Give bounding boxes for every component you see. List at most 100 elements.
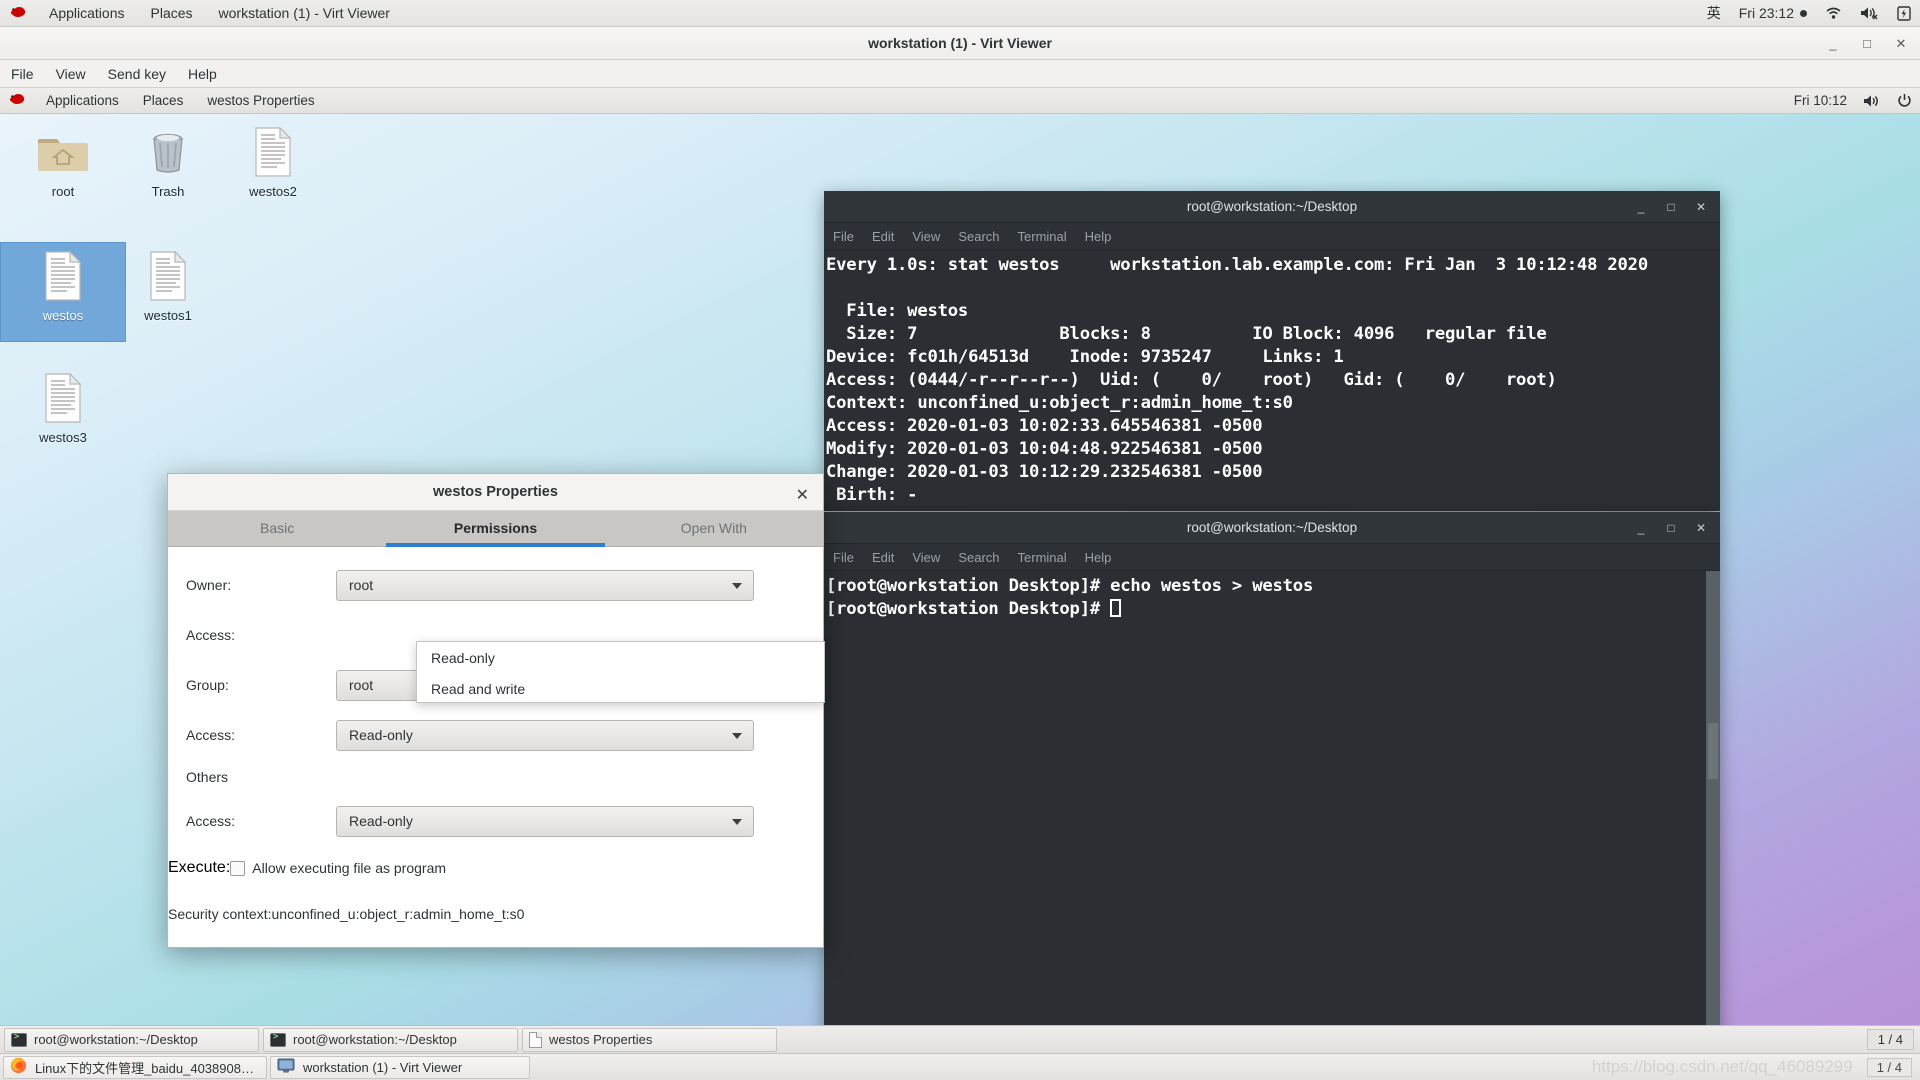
- host-taskbar-item-label: workstation (1) - Virt Viewer: [302, 1059, 463, 1075]
- host-taskbar-item-virt-viewer[interactable]: workstation (1) - Virt Viewer: [269, 1055, 530, 1079]
- menu-terminal[interactable]: Terminal: [1009, 229, 1076, 244]
- taskbar-item-terminal-2[interactable]: root@workstation:~/Desktop: [263, 1027, 518, 1052]
- close-icon[interactable]: ✕: [796, 485, 809, 505]
- maximize-button[interactable]: □: [1858, 36, 1876, 51]
- terminal-output-area[interactable]: Every 1.0s: stat westos workstation.lab.…: [824, 250, 1720, 511]
- menu-help[interactable]: Help: [1076, 229, 1121, 244]
- guest-taskbar: root@workstation:~/Desktop root@workstat…: [0, 1025, 1920, 1053]
- menu-view[interactable]: View: [903, 229, 949, 244]
- menu-view[interactable]: View: [903, 550, 949, 565]
- menu-view[interactable]: View: [45, 61, 97, 87]
- host-taskbar-item-firefox[interactable]: Linux下的文件管理_baidu_4038908…: [3, 1055, 267, 1079]
- menu-search[interactable]: Search: [949, 550, 1008, 565]
- redhat-logo-icon[interactable]: [9, 92, 26, 109]
- menu-file[interactable]: File: [824, 550, 863, 565]
- chevron-down-icon: [732, 733, 742, 739]
- power-icon[interactable]: [1889, 93, 1920, 108]
- host-applications-menu[interactable]: Applications: [36, 0, 138, 26]
- desktop-icon-westos2[interactable]: westos2: [210, 118, 336, 218]
- terminal-scrollbar-thumb[interactable]: [1708, 723, 1718, 779]
- host-ime-indicator[interactable]: 英: [1698, 3, 1730, 23]
- tab-open-with[interactable]: Open With: [605, 511, 823, 547]
- terminal-command-line: [root@workstation Desktop]# echo westos …: [826, 576, 1314, 596]
- westos-properties-dialog[interactable]: westos Properties ✕ Basic Permissions Op…: [167, 473, 825, 948]
- minimize-button[interactable]: _: [1634, 200, 1648, 214]
- group-access-row: Access: Read-only: [168, 719, 823, 751]
- maximize-button[interactable]: □: [1664, 200, 1678, 214]
- taskbar-item-westos-properties[interactable]: westos Properties: [522, 1027, 777, 1052]
- workspace-indicator[interactable]: 1 / 4: [1866, 1029, 1914, 1050]
- close-button[interactable]: ✕: [1694, 200, 1708, 214]
- menu-send-key[interactable]: Send key: [97, 61, 177, 87]
- guest-applications-menu[interactable]: Applications: [34, 88, 131, 113]
- menu-help[interactable]: Help: [1076, 550, 1121, 565]
- host-clock[interactable]: Fri 23:12: [1730, 5, 1816, 21]
- menu-search[interactable]: Search: [949, 229, 1008, 244]
- owner-select[interactable]: root: [336, 569, 754, 601]
- host-active-window-label[interactable]: workstation (1) - Virt Viewer: [206, 0, 403, 26]
- host-workspace-indicator[interactable]: 1 / 4: [1866, 1057, 1912, 1077]
- dropdown-option-read-and-write[interactable]: Read and write: [417, 673, 824, 704]
- menu-help[interactable]: Help: [177, 61, 228, 87]
- permissions-panel: Owner: root Access: Group: root Access: …: [168, 547, 825, 947]
- terminal-cursor: [1110, 599, 1122, 617]
- terminal-menubar: File Edit View Search Terminal Help: [824, 223, 1720, 250]
- terminal-window-controls: _ □ ✕: [1634, 191, 1708, 223]
- desktop-icon-label: westos: [42, 308, 84, 323]
- redhat-logo-icon[interactable]: [10, 5, 27, 22]
- others-access-row: Access: Read-only: [168, 805, 823, 837]
- terminal-stat-output: Every 1.0s: stat westos workstation.lab.…: [826, 255, 1648, 505]
- host-taskbar-item-label: Linux下的文件管理_baidu_4038908…: [35, 1060, 254, 1076]
- execute-label: Execute:: [168, 859, 231, 876]
- menu-edit[interactable]: Edit: [863, 550, 903, 565]
- group-access-select[interactable]: Read-only: [336, 719, 754, 751]
- terminal-titlebar[interactable]: root@workstation:~/Desktop _ □ ✕: [824, 512, 1720, 544]
- menu-edit[interactable]: Edit: [863, 229, 903, 244]
- terminal-window-stat[interactable]: root@workstation:~/Desktop _ □ ✕ File Ed…: [824, 191, 1720, 511]
- virt-viewer-titlebar[interactable]: workstation (1) - Virt Viewer _ □ ✕: [0, 27, 1920, 60]
- text-file-icon: [35, 248, 91, 304]
- execute-checkbox-label[interactable]: Allow executing file as program: [252, 860, 446, 876]
- desktop-icon-westos3[interactable]: westos3: [0, 364, 126, 464]
- battery-icon[interactable]: [1888, 5, 1920, 21]
- menu-terminal[interactable]: Terminal: [1009, 550, 1076, 565]
- execute-checkbox[interactable]: [230, 860, 246, 876]
- terminal-output-area[interactable]: [root@workstation Desktop]# echo westos …: [824, 571, 1720, 1053]
- volume-icon[interactable]: [1855, 94, 1889, 108]
- taskbar-item-label: root@workstation:~/Desktop: [34, 1032, 198, 1047]
- volume-muted-icon[interactable]: [1851, 6, 1888, 20]
- home-folder-icon: [35, 124, 91, 180]
- guest-desktop[interactable]: Applications Places westos Properties Fr…: [0, 88, 1920, 1053]
- chevron-down-icon: [732, 583, 742, 589]
- owner-label: Owner:: [186, 577, 232, 593]
- guest-places-menu[interactable]: Places: [131, 88, 196, 113]
- owner-access-label: Access:: [186, 627, 236, 643]
- host-places-menu[interactable]: Places: [138, 0, 206, 26]
- minimize-button[interactable]: _: [1824, 36, 1842, 51]
- text-file-icon: [245, 124, 301, 180]
- maximize-button[interactable]: □: [1664, 521, 1678, 535]
- terminal-scrollbar[interactable]: [1706, 571, 1720, 1053]
- dropdown-option-read-only[interactable]: Read-only: [417, 642, 824, 673]
- text-file-icon: [35, 370, 91, 426]
- menu-file[interactable]: File: [824, 229, 863, 244]
- terminal-titlebar[interactable]: root@workstation:~/Desktop _ □ ✕: [824, 191, 1720, 223]
- tab-permissions[interactable]: Permissions: [386, 511, 605, 547]
- desktop-icon-westos1[interactable]: westos1: [105, 242, 231, 342]
- taskbar-item-terminal-1[interactable]: root@workstation:~/Desktop: [4, 1027, 259, 1052]
- virt-viewer-icon: [277, 1058, 295, 1077]
- owner-access-dropdown-popup[interactable]: Read-only Read and write: [416, 641, 825, 703]
- menu-file[interactable]: File: [0, 61, 45, 87]
- wifi-icon[interactable]: [1816, 6, 1851, 20]
- security-context-row: Security context: unconfined_u:object_r:…: [168, 901, 823, 927]
- guest-active-window-label[interactable]: westos Properties: [195, 88, 326, 113]
- guest-clock[interactable]: Fri 10:12: [1786, 93, 1855, 108]
- dialog-titlebar[interactable]: westos Properties ✕: [168, 474, 823, 511]
- owner-select-value: root: [349, 577, 374, 593]
- terminal-window-echo[interactable]: root@workstation:~/Desktop _ □ ✕ File Ed…: [824, 512, 1720, 1053]
- others-access-select[interactable]: Read-only: [336, 805, 754, 837]
- close-button[interactable]: ✕: [1694, 521, 1708, 535]
- tab-basic[interactable]: Basic: [168, 511, 386, 547]
- close-button[interactable]: ✕: [1892, 36, 1910, 52]
- minimize-button[interactable]: _: [1634, 521, 1648, 535]
